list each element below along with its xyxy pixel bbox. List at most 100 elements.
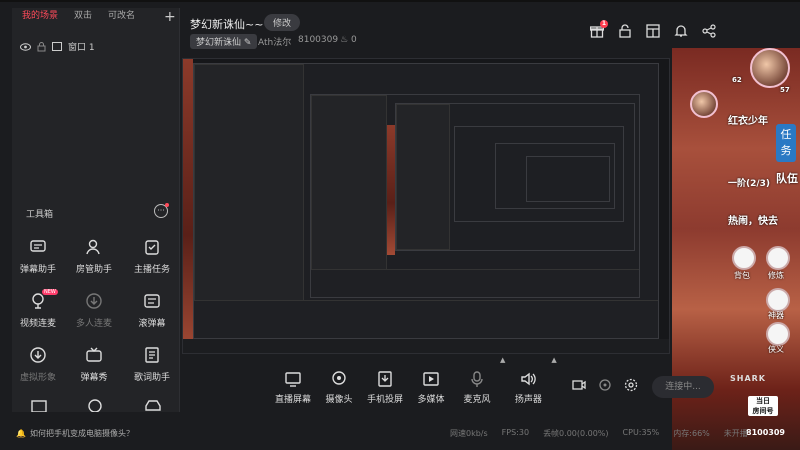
nested-toolbar: [194, 299, 658, 338]
stream-preview[interactable]: [182, 58, 670, 354]
eye-icon[interactable]: [20, 42, 31, 51]
gift-tool-icon[interactable]: [30, 398, 48, 412]
top-edge: [0, 0, 800, 2]
go-live-button[interactable]: 连接中...: [652, 376, 714, 398]
tab-double-click[interactable]: 双击: [74, 8, 92, 21]
game-level: 62: [732, 76, 742, 84]
team-label[interactable]: 队伍: [776, 170, 798, 186]
tool-label: 弹幕秀: [80, 373, 108, 383]
mic-label: 麦克风: [463, 395, 491, 405]
scroll-danmaku-icon: [144, 294, 160, 308]
room-title: 梦幻新诛仙~~~: [190, 18, 273, 31]
tool-video-link[interactable]: NEW 视频连麦: [10, 289, 66, 329]
tip-link[interactable]: 🔔 如何把手机变成电脑摄像头？: [16, 428, 134, 439]
game-text-4: 热闹，快去: [728, 216, 778, 227]
tool-danmaku-assistant[interactable]: 弹幕助手: [10, 238, 66, 275]
layout-icon[interactable]: [646, 24, 660, 38]
source-label: 窗口 1: [68, 43, 95, 53]
shark-watermark: SHARK: [730, 374, 767, 383]
camera-label: 摄像头: [325, 395, 353, 405]
record-icon[interactable]: [572, 378, 586, 392]
speaker-caret-icon[interactable]: ▲: [551, 356, 556, 391]
admin-icon: [86, 239, 100, 255]
nested-capture-4: [454, 126, 624, 222]
nested-capture-3: [395, 103, 635, 251]
gift-icon[interactable]: 1: [589, 20, 608, 38]
tab-my-scenes[interactable]: 我的场景: [22, 8, 58, 21]
stream-controls: [572, 378, 638, 392]
mic-button[interactable]: 麦克风: [454, 370, 500, 405]
speaker-label: 扬声器: [514, 395, 542, 405]
tool-multi-link: 多人连麦: [66, 292, 122, 329]
speaker-icon: [521, 372, 537, 386]
chivalry-label: 侠义: [768, 345, 784, 354]
speaker-button[interactable]: 扬声器: [505, 370, 551, 405]
tool-danmaku-show[interactable]: 弹幕秀: [66, 346, 122, 383]
tool-streamer-task[interactable]: 主播任务: [124, 238, 180, 275]
screen-button[interactable]: 直播屏幕: [270, 370, 316, 405]
camera-button[interactable]: 摄像头: [316, 370, 362, 405]
category-chip[interactable]: 梦幻新诛仙 ✎: [190, 34, 258, 49]
nested-capture-1: [193, 63, 659, 339]
tool-label: 歌词助手: [133, 373, 170, 383]
game-avatar[interactable]: [750, 48, 790, 88]
screen-label: 直播屏幕: [274, 395, 311, 405]
settings-icon[interactable]: [624, 378, 638, 392]
room-id: 8100309: [298, 35, 339, 45]
artifact-label: 神器: [768, 311, 784, 320]
category-label: 梦幻新诛仙: [196, 38, 242, 48]
add-scene-button[interactable]: +: [164, 10, 176, 24]
username: Ath法尔: [258, 38, 292, 48]
tool-label: 房管助手: [75, 265, 112, 275]
party-avatar[interactable]: [690, 90, 718, 118]
tool-label: 滚弹幕: [138, 319, 166, 329]
multi-link-icon: [86, 293, 102, 309]
cultivate-icon[interactable]: [766, 246, 790, 270]
bell-icon[interactable]: [674, 24, 688, 38]
tool-room-admin[interactable]: 房管助手: [66, 238, 122, 275]
danmaku-show-icon: [86, 347, 102, 362]
tab-renamable[interactable]: 可改名: [108, 8, 135, 21]
nested-capture-6: [526, 156, 610, 202]
nested-capture-2: [310, 94, 640, 298]
phone-cast-button[interactable]: 手机投屏: [362, 370, 408, 405]
download-tool-icon[interactable]: [86, 398, 104, 412]
window-icon: [52, 42, 62, 51]
media-label: 多媒体: [417, 395, 445, 405]
tool-virtual-avatar: 虚拟形象: [10, 346, 66, 383]
artifact-icon[interactable]: [766, 288, 790, 312]
task-button[interactable]: 任务: [776, 124, 796, 162]
source-item[interactable]: 窗口 1: [20, 40, 95, 53]
toolbox-title: 工具箱: [26, 210, 54, 220]
source-toolbar: 直播屏幕 摄像头 手机投屏 多媒体 麦克风 ▲ 扬声器 ▲: [270, 356, 557, 405]
eye-preview-icon[interactable]: [598, 378, 612, 392]
nested-capture-5: [495, 143, 615, 209]
edit-title-button[interactable]: 修改: [264, 14, 301, 31]
preview-edge-left: [183, 59, 193, 353]
chivalry-icon[interactable]: [766, 322, 790, 346]
avatar-virtual-icon: [30, 347, 46, 363]
unlock-icon[interactable]: [618, 24, 632, 38]
media-button[interactable]: 多媒体: [408, 370, 454, 405]
tool-label: 弹幕助手: [19, 265, 56, 275]
media-icon: [423, 372, 439, 386]
popularity: ♨ 0: [340, 35, 357, 45]
bag-icon[interactable]: [732, 246, 756, 270]
nested-rust-edge: [387, 125, 395, 255]
lock-icon[interactable]: [37, 41, 46, 52]
drop-stat: 丢帧0.00(0.00%): [543, 429, 609, 438]
tool-scroll-danmaku[interactable]: 滚弹幕: [124, 292, 180, 329]
lyrics-icon: [145, 347, 159, 363]
memory-stat: 内存:66%: [673, 429, 710, 438]
toolbox-more-button[interactable]: ···: [154, 203, 169, 218]
room-logo: 当日 房间号: [748, 396, 778, 416]
car-tool-icon[interactable]: [144, 398, 162, 412]
tool-label: 多人连麦: [75, 319, 112, 329]
mic-caret-icon[interactable]: ▲: [500, 356, 505, 391]
tool-lyrics[interactable]: 歌词助手: [124, 346, 180, 383]
fps-stat: FPS:30: [501, 428, 530, 437]
stats-group: 网速0kb/s FPS:30 丢帧0.00(0.00%) CPU:35% 内存:…: [450, 428, 748, 439]
share-icon[interactable]: [702, 24, 716, 38]
notice-icon: 🔔: [16, 429, 26, 438]
phone-cast-icon: [378, 371, 392, 387]
